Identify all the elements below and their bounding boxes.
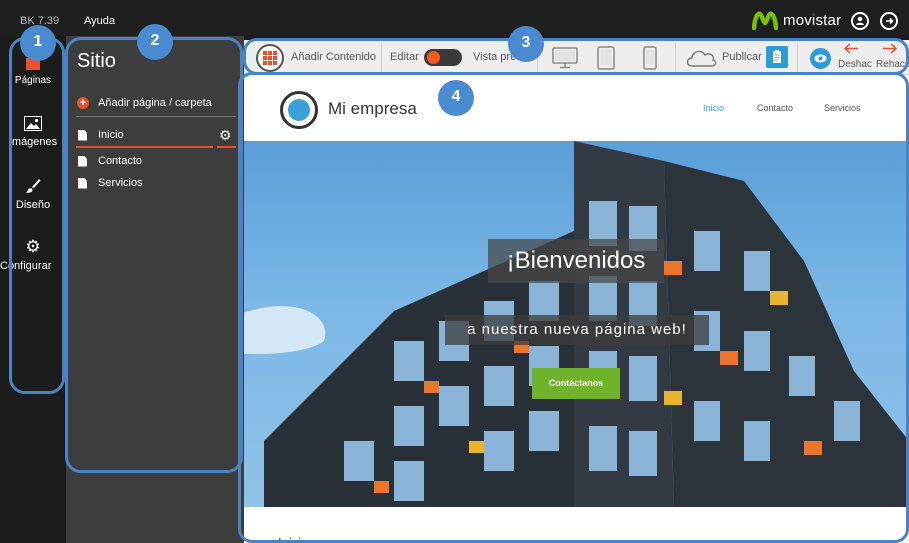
publish-button[interactable]: Publicar — [722, 51, 762, 63]
selected-page-indicator — [76, 146, 213, 148]
page-icon — [78, 177, 87, 189]
redo-button[interactable]: Rehace — [876, 59, 909, 70]
undo-icon[interactable] — [844, 43, 860, 55]
panel-title: Sitio — [77, 50, 116, 72]
page-icon — [78, 155, 87, 167]
page-icon — [78, 129, 87, 141]
brush-icon — [26, 179, 41, 193]
annotation-bubble-4: 4 — [438, 80, 474, 116]
left-rail: Páginas Imágenes Diseño ⚙ Configurar — [0, 36, 66, 543]
top-bar: BK 7.39 Ayuda movistar — [0, 0, 909, 36]
section-heading: Inicio — [278, 535, 309, 543]
selected-page-indicator — [217, 146, 236, 148]
rail-item-label: Diseño — [15, 199, 51, 211]
tablet-view-icon[interactable] — [597, 46, 615, 70]
edit-preview-toggle[interactable] — [424, 49, 462, 66]
annotation-bubble-2: 2 — [137, 24, 173, 60]
site-panel: Sitio + Añadir página / carpeta Inicio ⚙… — [66, 36, 244, 543]
add-content-grid-icon[interactable] — [256, 44, 284, 72]
clipboard-icon[interactable] — [766, 46, 788, 68]
divider — [797, 43, 798, 72]
help-menu[interactable]: Ayuda — [84, 15, 115, 27]
add-icon: + — [77, 97, 89, 109]
rail-item-design[interactable]: Diseño — [0, 178, 66, 211]
rail-item-label: Páginas — [14, 75, 52, 86]
user-circle-icon[interactable] — [851, 12, 869, 30]
nav-link-contacto[interactable]: Contacto — [757, 103, 793, 113]
brand: movistar — [752, 10, 841, 30]
company-name: Mi empresa — [328, 99, 417, 118]
app-window: BK 7.39 Ayuda movistar Páginas Imágenes … — [0, 0, 909, 543]
site-preview: Mi empresa Inicio Contacto Servicios ¡Bi… — [244, 75, 909, 543]
logout-icon[interactable] — [880, 12, 898, 30]
divider — [675, 43, 676, 72]
cloud-publish-icon[interactable] — [684, 48, 718, 68]
brand-name: movistar — [783, 11, 842, 29]
page-item-servicios[interactable]: Servicios — [78, 177, 143, 189]
page-item-contacto[interactable]: Contacto — [78, 155, 142, 167]
gear-icon: ⚙ — [25, 237, 41, 256]
movistar-logo-icon — [752, 11, 778, 30]
company-logo — [280, 91, 318, 129]
add-page-label: Añadir página / carpeta — [98, 97, 212, 109]
rail-item-images[interactable]: Imágenes — [0, 116, 66, 148]
editor-toolbar: Añadir Contenido Editar Vista previa Pub… — [244, 40, 909, 75]
hero-banner: ¡Bienvenidos a nuestra nueva página web!… — [244, 141, 909, 507]
page-settings-gear-icon[interactable]: ⚙ — [219, 128, 232, 142]
toggle-knob — [427, 51, 440, 64]
divider — [381, 43, 382, 72]
nav-link-inicio[interactable]: Inicio — [703, 103, 724, 113]
desktop-view-icon[interactable] — [552, 47, 578, 69]
rail-item-label: Configurar — [0, 260, 52, 272]
page-item-inicio[interactable]: Inicio — [78, 129, 124, 141]
edit-label: Editar — [390, 51, 419, 63]
page-item-label: Contacto — [98, 155, 143, 167]
image-icon — [24, 116, 42, 131]
add-page-button[interactable]: + Añadir página / carpeta — [77, 97, 212, 109]
mobile-view-icon[interactable] — [643, 46, 657, 70]
contact-button[interactable]: Contáctanos — [532, 368, 620, 399]
page-item-label: Servicios — [98, 177, 143, 189]
nav-link-servicios[interactable]: Servicios — [824, 103, 861, 113]
divider — [76, 116, 236, 117]
undo-button[interactable]: Deshac — [838, 59, 872, 70]
rail-item-pages[interactable]: Páginas — [0, 58, 66, 86]
eye-preview-icon[interactable] — [810, 48, 831, 69]
add-content-button[interactable]: Añadir Contenido — [291, 51, 376, 63]
rail-item-settings[interactable]: ⚙ Configurar — [0, 238, 66, 272]
hero-title: ¡Bienvenidos — [488, 239, 664, 283]
hero-subtitle: a nuestra nueva página web! — [445, 315, 709, 345]
redo-icon[interactable] — [881, 43, 897, 55]
annotation-bubble-1: 1 — [20, 25, 56, 61]
page-item-label: Inicio — [98, 129, 124, 141]
rail-item-label: Imágenes — [8, 136, 58, 148]
annotation-bubble-3: 3 — [508, 26, 544, 62]
